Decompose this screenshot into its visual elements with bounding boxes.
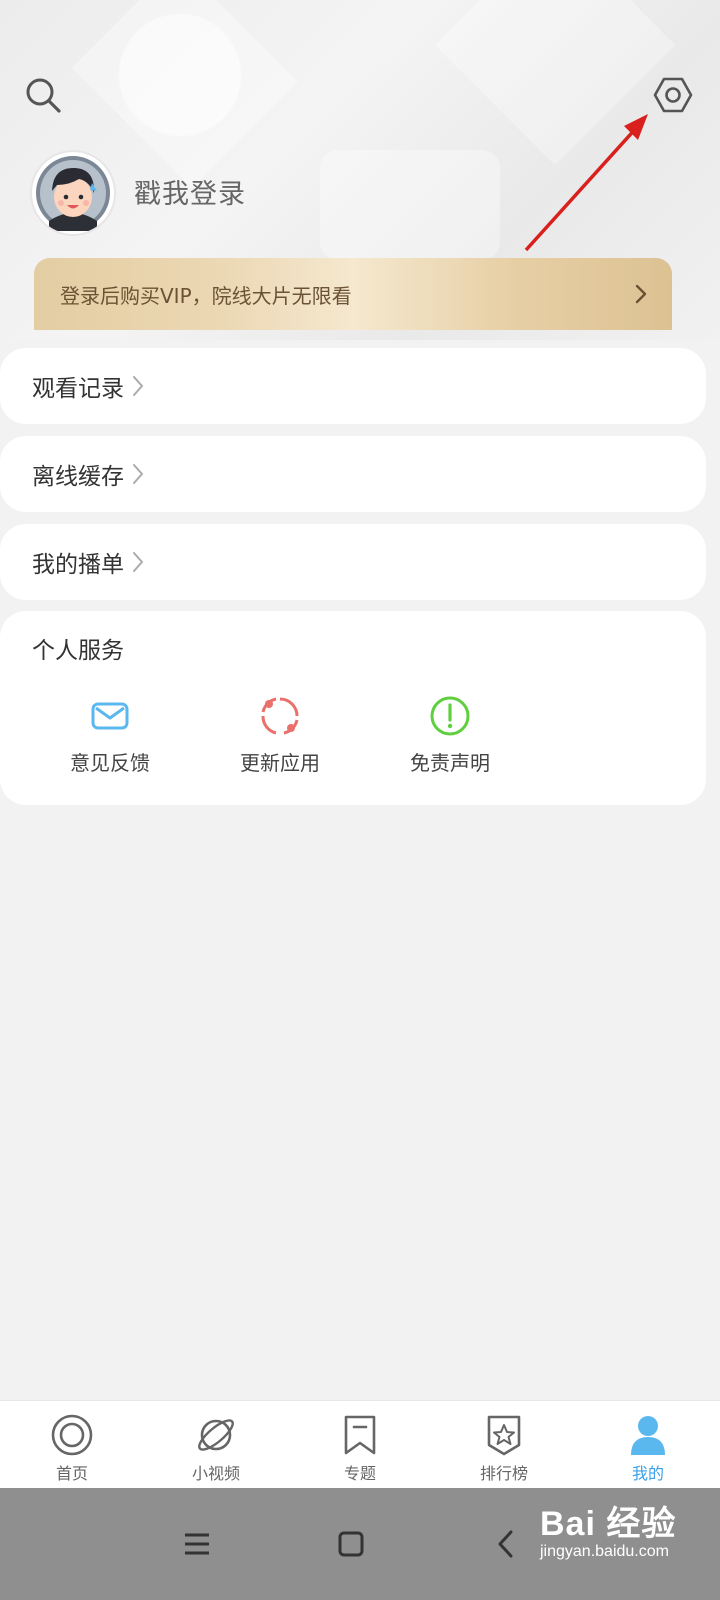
service-label: 更新应用 <box>240 751 320 775</box>
avatar[interactable] <box>32 152 114 234</box>
chevron-right-icon <box>635 284 647 304</box>
tab-ranking[interactable]: 排行榜 <box>432 1401 576 1489</box>
back-button[interactable] <box>482 1520 530 1568</box>
refresh-icon <box>261 697 299 735</box>
back-chevron-icon <box>498 1530 513 1558</box>
watermark-url: jingyan.baidu.com <box>540 1543 669 1560</box>
baidu-jingyan-watermark: Bai 经验 jingyan.baidu.com <box>540 1496 710 1561</box>
menu-item-offline-cache[interactable]: 离线缓存 <box>0 436 706 512</box>
service-disclaimer[interactable]: 免责声明 <box>385 695 515 776</box>
mail-icon <box>91 702 129 730</box>
background-decoration <box>320 150 500 260</box>
star-shield-icon <box>487 1415 521 1456</box>
tab-topics[interactable]: 专题 <box>288 1401 432 1489</box>
search-icon <box>26 78 61 113</box>
chevron-right-icon <box>133 552 143 572</box>
menu-item-watch-history[interactable]: 观看记录 <box>0 348 706 424</box>
settings-hexagon-icon <box>653 77 693 113</box>
personal-services-card: 个人服务 意见反馈 更新应用 免责声明 <box>0 611 706 805</box>
chevron-right-icon <box>133 376 143 396</box>
recent-apps-button[interactable] <box>173 1520 221 1568</box>
tab-label: 专题 <box>343 1464 376 1483</box>
vip-banner[interactable]: 登录后购买VIP，院线大片无限看 <box>34 258 672 330</box>
tab-short-video[interactable]: 小视频 <box>144 1401 288 1489</box>
service-update-app[interactable]: 更新应用 <box>215 695 345 776</box>
home-button[interactable] <box>327 1520 375 1568</box>
service-label: 意见反馈 <box>70 751 150 775</box>
section-title: 个人服务 <box>32 638 124 664</box>
cartoon-avatar-icon <box>36 156 110 231</box>
login-prompt[interactable]: 戳我登录 <box>134 172 246 211</box>
square-icon <box>338 1531 364 1557</box>
watermark-logo-text: Bai 经验 <box>540 1505 677 1543</box>
chevron-right-icon <box>133 464 143 484</box>
tab-label: 小视频 <box>191 1464 240 1483</box>
menu-lines-icon <box>185 1533 209 1555</box>
search-button[interactable] <box>22 74 64 116</box>
home-circle-icon <box>51 1414 93 1456</box>
bottom-tab-bar: 首页 小视频 专题 排行榜 我的 <box>0 1400 720 1489</box>
menu-item-label: 我的播单 <box>32 552 124 578</box>
settings-button[interactable] <box>652 74 694 116</box>
exclamation-circle-icon <box>430 696 470 736</box>
service-label: 免责声明 <box>410 751 490 775</box>
background-decoration <box>434 0 676 166</box>
tab-home[interactable]: 首页 <box>0 1401 144 1489</box>
user-icon <box>631 1416 665 1455</box>
tab-label: 排行榜 <box>479 1464 528 1483</box>
tab-label: 我的 <box>631 1464 664 1483</box>
vip-banner-text: 登录后购买VIP，院线大片无限看 <box>60 283 352 308</box>
background-decoration <box>71 0 299 189</box>
service-feedback[interactable]: 意见反馈 <box>45 695 175 776</box>
bookmark-icon <box>344 1415 376 1455</box>
tab-mine[interactable]: 我的 <box>576 1401 720 1489</box>
planet-icon <box>198 1419 234 1451</box>
menu-item-label: 观看记录 <box>32 376 124 402</box>
menu-item-my-playlist[interactable]: 我的播单 <box>0 524 706 600</box>
menu-item-label: 离线缓存 <box>32 464 124 490</box>
system-navigation-bar: Bai 经验 jingyan.baidu.com <box>0 1488 720 1600</box>
tab-label: 首页 <box>55 1464 88 1483</box>
